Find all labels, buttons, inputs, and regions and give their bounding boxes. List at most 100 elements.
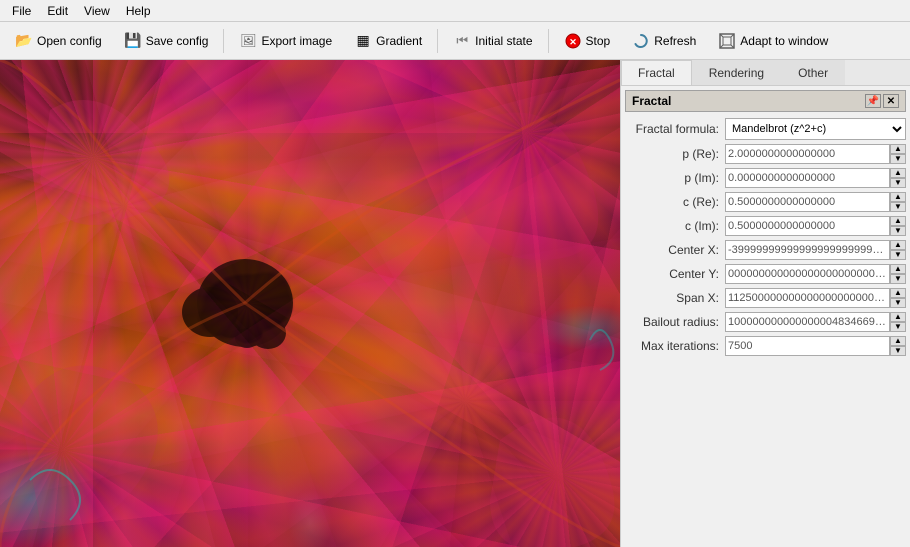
bailout-radius-control: ▲ ▼ — [725, 312, 906, 332]
center-y-row: Center Y: ▲ ▼ — [625, 264, 906, 284]
stop-label: Stop — [586, 34, 611, 48]
span-x-input[interactable] — [725, 288, 890, 308]
center-x-control: ▲ ▼ — [725, 240, 906, 260]
c-im-control: ▲ ▼ — [725, 216, 906, 236]
c-re-label: c (Re): — [625, 195, 725, 209]
refresh-label: Refresh — [654, 34, 696, 48]
svg-text:✕: ✕ — [569, 37, 577, 47]
span-x-spinner: ▲ ▼ — [890, 288, 906, 308]
center-y-input[interactable] — [725, 264, 890, 284]
span-x-down[interactable]: ▼ — [890, 298, 906, 308]
gradient-button[interactable]: ▦ Gradient — [345, 27, 431, 55]
tab-other[interactable]: Other — [781, 60, 845, 85]
adapt-to-window-label: Adapt to window — [740, 34, 828, 48]
center-x-down[interactable]: ▼ — [890, 250, 906, 260]
center-y-label: Center Y: — [625, 267, 725, 281]
center-x-row: Center X: ▲ ▼ — [625, 240, 906, 260]
center-y-down[interactable]: ▼ — [890, 274, 906, 284]
center-y-spinner: ▲ ▼ — [890, 264, 906, 284]
separator-2 — [437, 29, 438, 53]
fractal-formula-row: Fractal formula: Mandelbrot (z^2+c)Julia… — [625, 118, 906, 140]
p-im-up[interactable]: ▲ — [890, 168, 906, 178]
menu-help[interactable]: Help — [118, 2, 159, 20]
panel-close-button[interactable]: ✕ — [883, 94, 899, 108]
center-y-up[interactable]: ▲ — [890, 264, 906, 274]
p-im-control: ▲ ▼ — [725, 168, 906, 188]
c-re-down[interactable]: ▼ — [890, 202, 906, 212]
fractal-formula-select[interactable]: Mandelbrot (z^2+c)Julia setBurning Ship — [725, 118, 906, 140]
panel-title-text: Fractal — [632, 94, 671, 108]
menu-bar: File Edit View Help — [0, 0, 910, 22]
open-config-button[interactable]: 📂 Open config — [6, 27, 111, 55]
bailout-radius-up[interactable]: ▲ — [890, 312, 906, 322]
adapt-icon — [718, 32, 736, 50]
p-re-label: p (Re): — [625, 147, 725, 161]
max-iterations-label: Max iterations: — [625, 339, 725, 353]
export-image-button[interactable]: 🖼 Export image — [230, 27, 341, 55]
save-config-button[interactable]: 💾 Save config — [115, 27, 218, 55]
c-re-row: c (Re): ▲ ▼ — [625, 192, 906, 212]
stop-icon: ✕ — [564, 32, 582, 50]
p-im-label: p (Im): — [625, 171, 725, 185]
refresh-button[interactable]: Refresh — [623, 27, 705, 55]
menu-edit[interactable]: Edit — [39, 2, 76, 20]
initial-state-button[interactable]: ⏮ Initial state — [444, 27, 541, 55]
max-iterations-row: Max iterations: ▲ ▼ — [625, 336, 906, 356]
bailout-radius-spinner: ▲ ▼ — [890, 312, 906, 332]
right-panel: Fractal Rendering Other Fractal 📌 ✕ Frac… — [620, 60, 910, 547]
p-re-spinner: ▲ ▼ — [890, 144, 906, 164]
fractal-display — [0, 60, 620, 547]
max-iterations-input[interactable] — [725, 336, 890, 356]
c-re-input[interactable] — [725, 192, 890, 212]
center-x-spinner: ▲ ▼ — [890, 240, 906, 260]
c-im-down[interactable]: ▼ — [890, 226, 906, 236]
c-im-spinner: ▲ ▼ — [890, 216, 906, 236]
c-re-control: ▲ ▼ — [725, 192, 906, 212]
toolbar: 📂 Open config 💾 Save config 🖼 Export ima… — [0, 22, 910, 60]
p-im-input[interactable] — [725, 168, 890, 188]
span-x-row: Span X: ▲ ▼ — [625, 288, 906, 308]
fractal-canvas-area[interactable] — [0, 60, 620, 547]
fractal-formula-label: Fractal formula: — [625, 122, 725, 136]
c-im-input[interactable] — [725, 216, 890, 236]
save-config-label: Save config — [146, 34, 209, 48]
initial-state-label: Initial state — [475, 34, 532, 48]
open-config-label: Open config — [37, 34, 102, 48]
fractal-svg — [0, 60, 620, 547]
p-re-down[interactable]: ▼ — [890, 154, 906, 164]
panel-title: Fractal 📌 ✕ — [625, 90, 906, 112]
tab-rendering[interactable]: Rendering — [692, 60, 781, 85]
span-x-control: ▲ ▼ — [725, 288, 906, 308]
c-re-up[interactable]: ▲ — [890, 192, 906, 202]
c-im-up[interactable]: ▲ — [890, 216, 906, 226]
max-iterations-down[interactable]: ▼ — [890, 346, 906, 356]
menu-view[interactable]: View — [76, 2, 118, 20]
center-x-up[interactable]: ▲ — [890, 240, 906, 250]
menu-file[interactable]: File — [4, 2, 39, 20]
export-image-label: Export image — [261, 34, 332, 48]
center-x-label: Center X: — [625, 243, 725, 257]
adapt-to-window-button[interactable]: Adapt to window — [709, 27, 837, 55]
stop-button[interactable]: ✕ Stop — [555, 27, 620, 55]
c-im-row: c (Im): ▲ ▼ — [625, 216, 906, 236]
c-re-spinner: ▲ ▼ — [890, 192, 906, 212]
max-iterations-up[interactable]: ▲ — [890, 336, 906, 346]
fractal-formula-control: Mandelbrot (z^2+c)Julia setBurning Ship — [725, 118, 906, 140]
center-x-input[interactable] — [725, 240, 890, 260]
span-x-up[interactable]: ▲ — [890, 288, 906, 298]
tab-fractal[interactable]: Fractal — [621, 60, 692, 85]
p-re-input[interactable] — [725, 144, 890, 164]
bailout-radius-row: Bailout radius: ▲ ▼ — [625, 312, 906, 332]
panel-title-buttons: 📌 ✕ — [865, 94, 899, 108]
p-im-row: p (Im): ▲ ▼ — [625, 168, 906, 188]
span-x-label: Span X: — [625, 291, 725, 305]
tabs: Fractal Rendering Other — [621, 60, 910, 86]
bailout-radius-down[interactable]: ▼ — [890, 322, 906, 332]
p-re-up[interactable]: ▲ — [890, 144, 906, 154]
p-im-down[interactable]: ▼ — [890, 178, 906, 188]
center-y-control: ▲ ▼ — [725, 264, 906, 284]
bailout-radius-input[interactable] — [725, 312, 890, 332]
p-im-spinner: ▲ ▼ — [890, 168, 906, 188]
separator-3 — [548, 29, 549, 53]
panel-pin-button[interactable]: 📌 — [865, 94, 881, 108]
